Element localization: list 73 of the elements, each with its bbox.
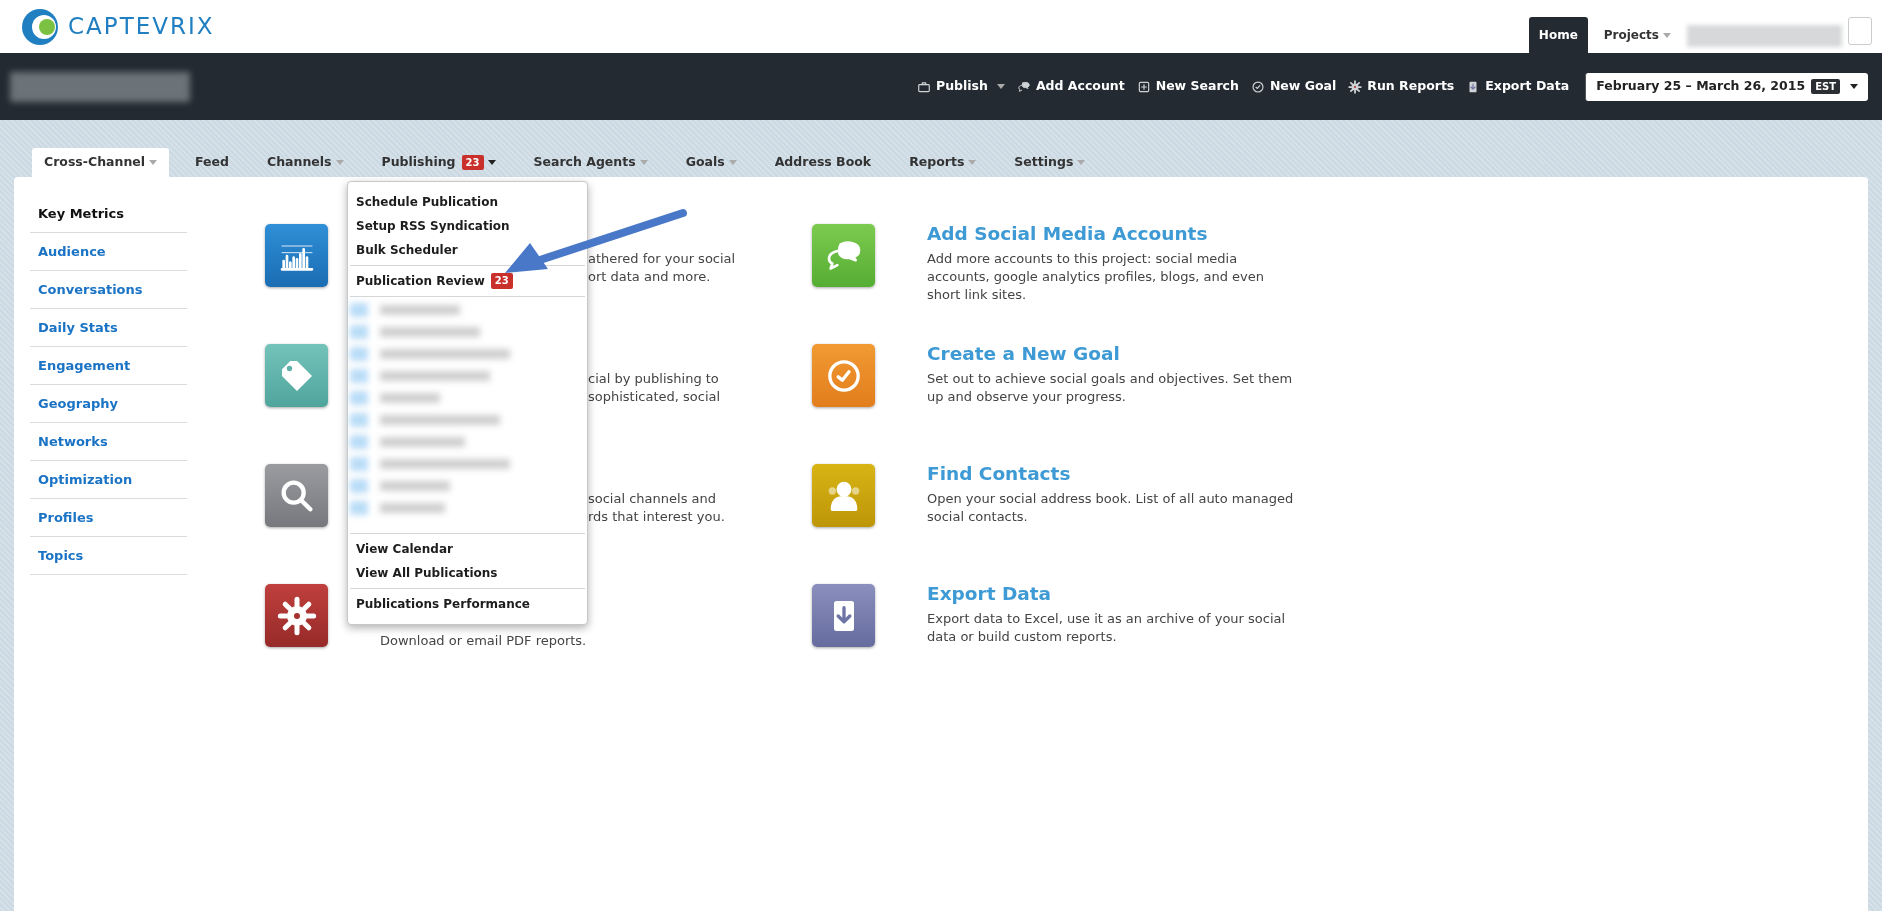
toolbar-button[interactable]: Export Data — [1466, 77, 1570, 96]
logo-text: CAPTEVRIX — [68, 12, 215, 42]
card-description: Download or email PDF reports. — [380, 632, 587, 650]
clock-icon — [1250, 79, 1265, 94]
nav-tab[interactable]: Publishing 23 — [369, 148, 508, 177]
card-description: sophisticated, social — [588, 388, 721, 406]
caret-icon — [335, 160, 344, 165]
nav-tab[interactable]: Feed — [183, 148, 241, 177]
sidebar-link[interactable]: Key Metrics — [38, 203, 124, 224]
tag-icon — [265, 344, 328, 407]
menu-item[interactable]: Schedule Publication — [350, 190, 585, 214]
timezone-badge: EST — [1811, 79, 1840, 94]
speech-bubbles-icon — [812, 224, 875, 287]
caret-icon — [996, 84, 1005, 89]
speech-bubbles-icon — [1016, 79, 1031, 94]
menu-item[interactable]: Setup RSS Syndication — [350, 214, 585, 238]
menu-item[interactable]: View Calendar — [350, 537, 585, 561]
nav-tab[interactable]: Address Book — [762, 148, 884, 177]
redacted-field — [1848, 17, 1872, 45]
nav-tab[interactable]: Search Agents — [521, 148, 660, 177]
toolbar-button[interactable]: New Search — [1136, 77, 1239, 96]
caret-icon — [1077, 160, 1086, 165]
sidebar-link[interactable]: Geography — [38, 393, 118, 414]
card-description: rds that interest you. — [588, 508, 725, 526]
caret-icon — [149, 160, 158, 165]
gear-icon — [265, 584, 328, 647]
menu-item[interactable]: Publications Performance — [350, 592, 585, 616]
nav-tab[interactable]: Channels — [255, 148, 356, 177]
nav-tab[interactable]: Cross-Channel — [32, 148, 170, 177]
card-description: Set out to achieve social goals and objectives. Set them up and observe your progress. — [927, 370, 1294, 406]
header-tab[interactable]: Home — [1528, 17, 1588, 53]
card-description: Open your social address book. List of all auto managed social contacts. — [927, 490, 1295, 526]
caret-icon — [487, 160, 496, 165]
sidebar-link[interactable]: Daily Stats — [38, 317, 118, 338]
caret-icon — [728, 160, 737, 165]
menu-item[interactable]: Publication Review 23 — [350, 269, 585, 293]
search-icon — [265, 464, 328, 527]
sidebar-link[interactable]: Conversations — [38, 279, 143, 300]
toolbar-button[interactable]: Publish — [916, 77, 1005, 96]
caret-icon — [639, 160, 648, 165]
toolbar-button[interactable]: Run Reports — [1348, 77, 1455, 96]
count-badge: 23 — [461, 155, 484, 170]
sidebar-link[interactable]: Audience — [38, 241, 106, 262]
card-description: athered for your social — [588, 250, 736, 268]
toolbar-button[interactable]: Add Account — [1016, 77, 1125, 96]
nav-tab[interactable]: Goals — [673, 148, 749, 177]
caret-icon — [1850, 84, 1858, 89]
sidebar-link[interactable]: Topics — [38, 545, 84, 566]
count-badge: 23 — [490, 273, 513, 289]
caret-icon — [1663, 33, 1671, 38]
sidebar-link[interactable]: Engagement — [38, 355, 131, 376]
card-description: cial by publishing to — [588, 370, 720, 388]
sidebar-link[interactable]: Networks — [38, 431, 108, 452]
gear-icon — [1348, 79, 1363, 94]
people-icon — [812, 464, 875, 527]
briefcase-icon — [916, 79, 931, 94]
date-range-button[interactable]: February 25 – March 26, 2015 EST — [1585, 72, 1868, 101]
toolbar-button[interactable]: New Goal — [1250, 77, 1337, 96]
clock-icon — [812, 344, 875, 407]
bar-chart-icon — [265, 224, 328, 287]
sidebar-link[interactable]: Optimization — [38, 469, 133, 490]
sidebar-link[interactable]: Profiles — [38, 507, 94, 528]
card-description: ort data and more. — [588, 268, 712, 286]
card-description: Export data to Excel, use it as an archive of your social data or build custom reports. — [927, 610, 1287, 646]
download-icon — [812, 584, 875, 647]
card-description: social channels and — [588, 490, 717, 508]
caret-icon — [968, 160, 977, 165]
nav-tab[interactable]: Settings — [1002, 148, 1098, 177]
menu-item[interactable]: View All Publications — [350, 561, 585, 585]
plus-icon — [1136, 79, 1151, 94]
card-description: Add more accounts to this project: social media accounts, google analytics profiles, blogs, and even short link sites. — [927, 250, 1265, 304]
menu-item[interactable]: Bulk Scheduler — [350, 238, 585, 262]
nav-tab[interactable]: Reports — [897, 148, 989, 177]
